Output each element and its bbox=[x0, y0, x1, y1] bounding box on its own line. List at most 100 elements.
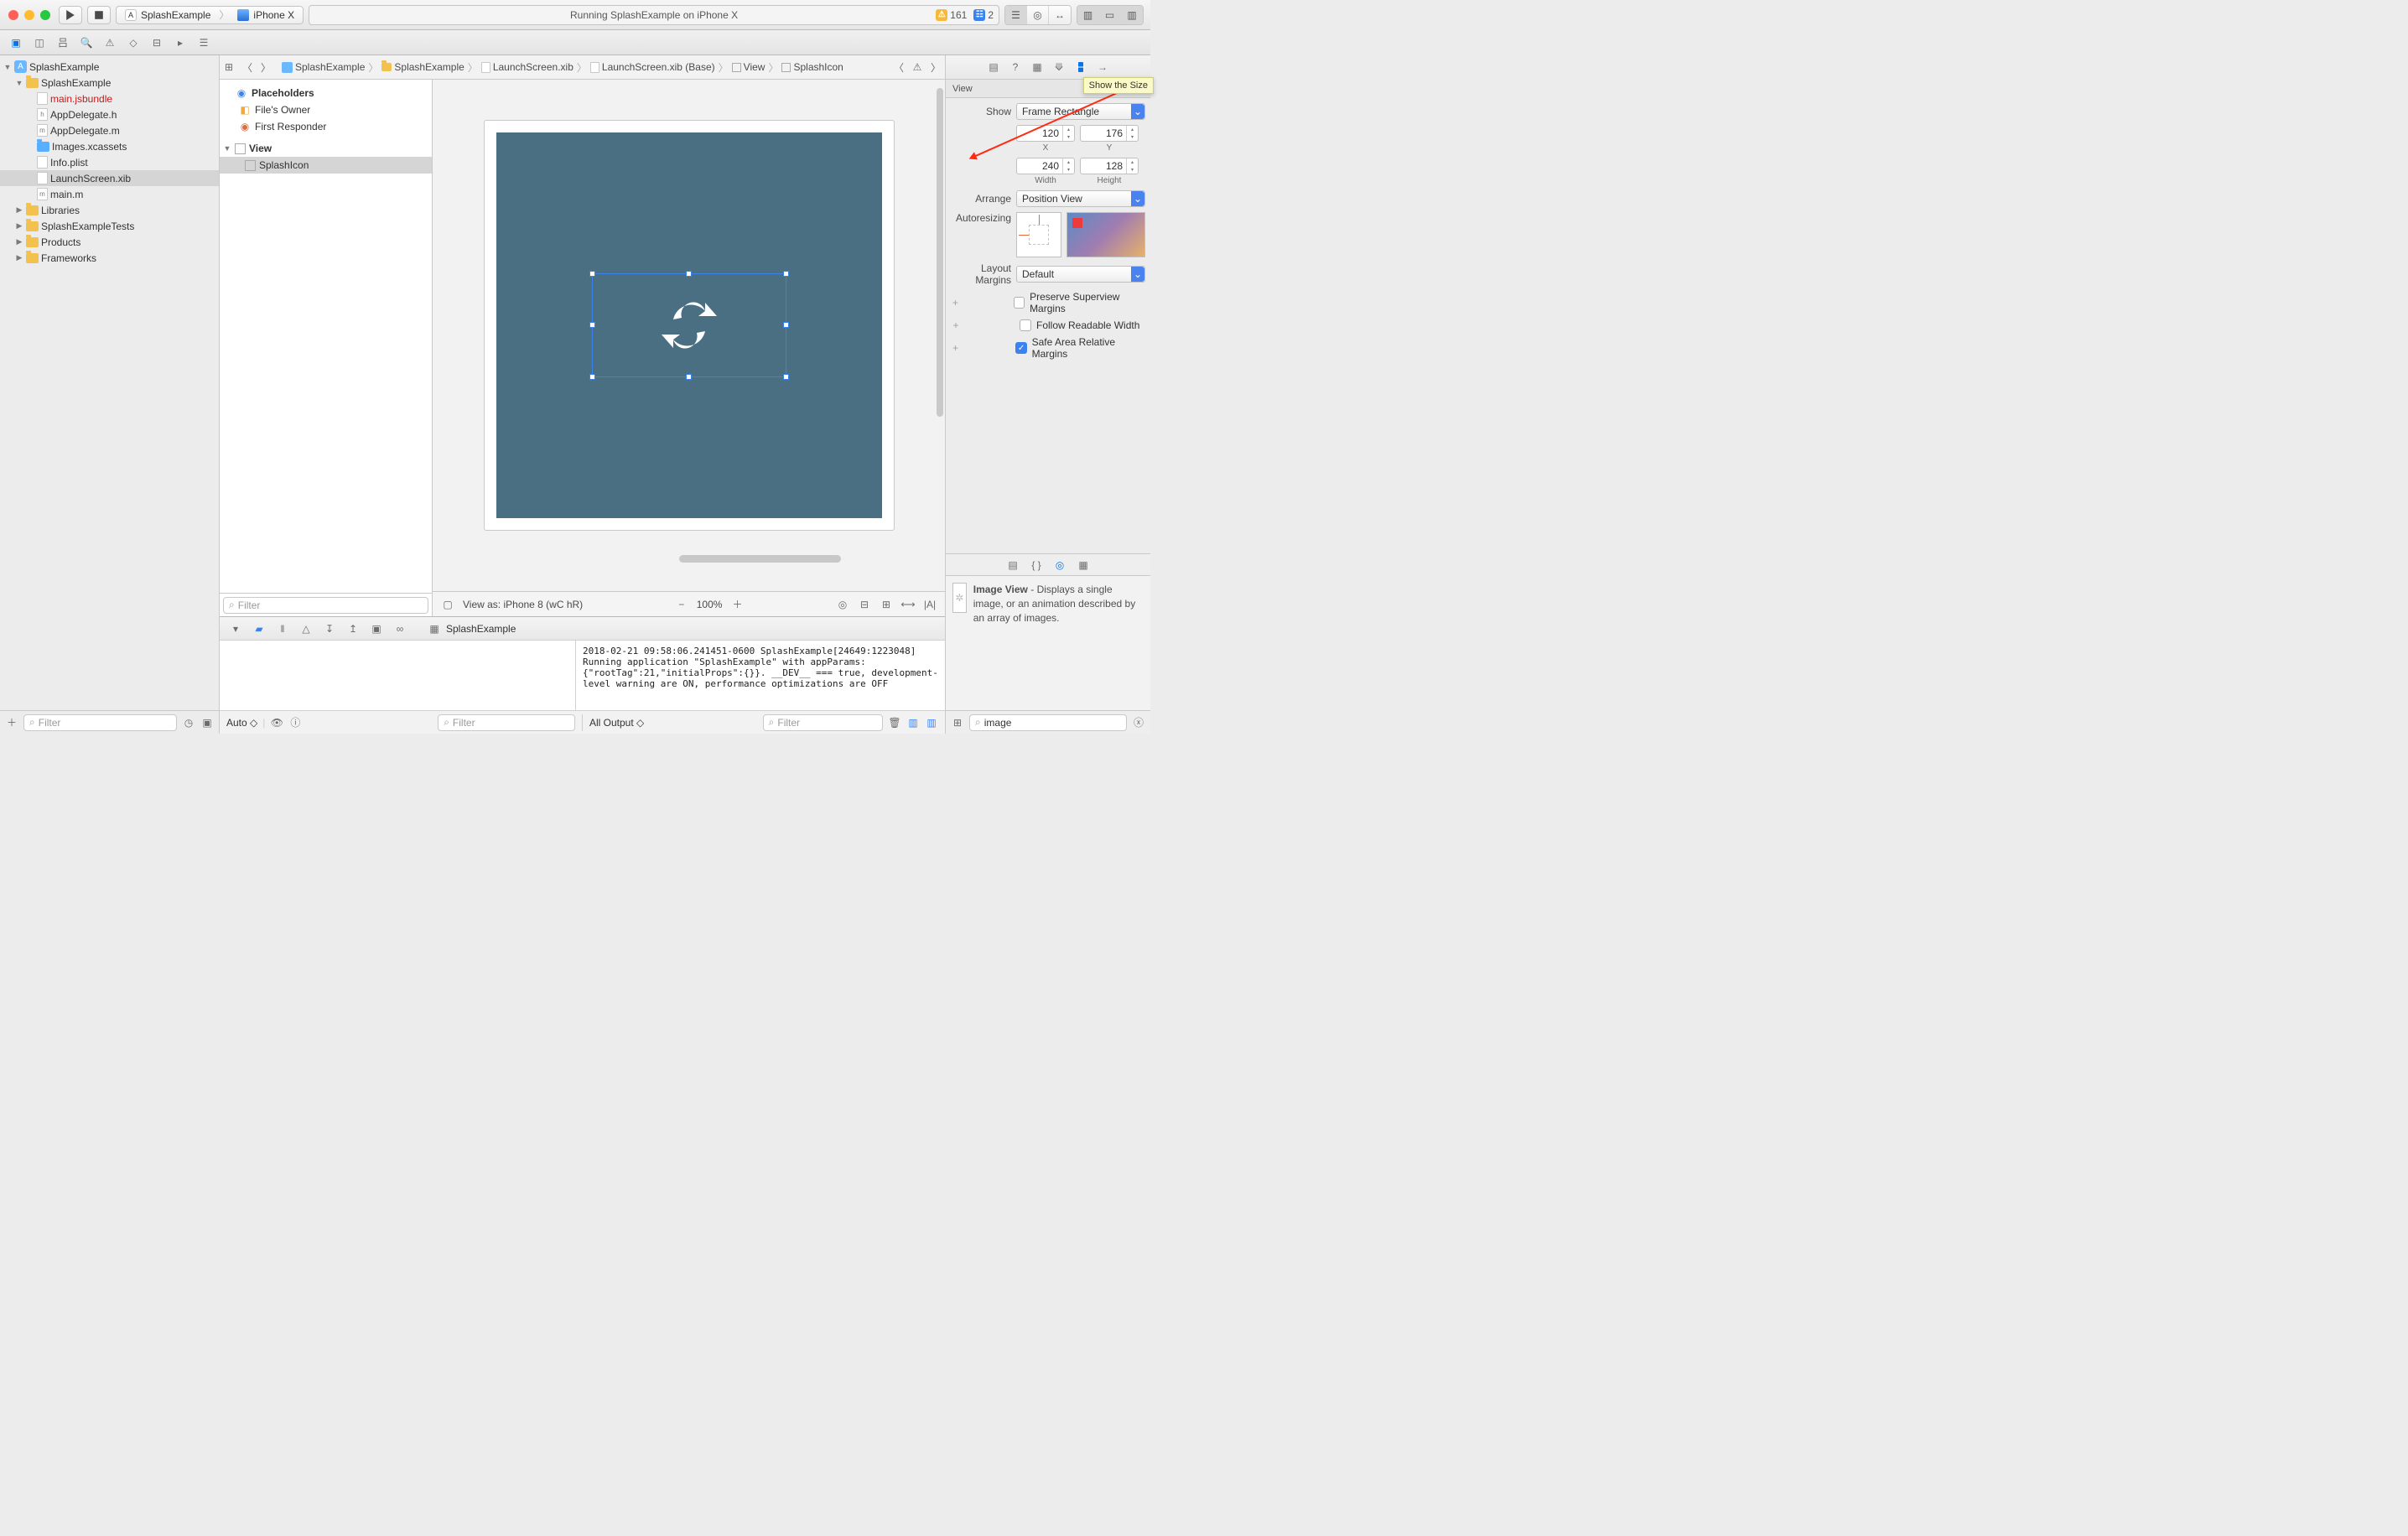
files-owner[interactable]: ◧File's Owner bbox=[220, 101, 432, 118]
related-items-icon[interactable]: ⊞ bbox=[220, 59, 238, 75]
crumb[interactable]: LaunchScreen.xib (Base) bbox=[590, 61, 715, 73]
forward-button[interactable]: 〉 bbox=[257, 59, 275, 75]
selected-imageview[interactable] bbox=[592, 273, 786, 377]
pin-button[interactable]: ⊞ bbox=[880, 598, 893, 611]
info-icon[interactable]: ⓘ bbox=[288, 716, 302, 729]
trash-icon[interactable]: 🗑 bbox=[888, 716, 901, 729]
tree-file[interactable]: Images.xcassets bbox=[0, 138, 219, 154]
canvas-hscroll[interactable] bbox=[592, 555, 928, 563]
zoom-out-button[interactable]: − bbox=[675, 598, 688, 611]
debug-navigator-tab[interactable]: ⊟ bbox=[146, 34, 168, 51]
tree-folder[interactable]: ▶SplashExampleTests bbox=[0, 218, 219, 234]
project-navigator-tab[interactable]: ▣ bbox=[5, 34, 27, 51]
arrange-popup[interactable]: Position View⌄ bbox=[1016, 190, 1145, 207]
report-navigator-tab[interactable]: ☰ bbox=[193, 34, 215, 51]
clear-filter-icon[interactable]: ⓧ bbox=[1132, 716, 1145, 729]
tree-file[interactable]: main.jsbundle bbox=[0, 91, 219, 106]
standard-editor-button[interactable]: ☰ bbox=[1005, 6, 1027, 24]
tree-folder[interactable]: ▶Products bbox=[0, 234, 219, 250]
library-item-icon[interactable]: ✲ bbox=[952, 583, 967, 613]
constraints-button[interactable]: |A| bbox=[923, 598, 937, 611]
toggle-inspector-button[interactable]: ▥ bbox=[1121, 6, 1143, 24]
y-field[interactable]: 176▴▾ bbox=[1080, 125, 1139, 142]
file-inspector-tab[interactable]: ▤ bbox=[983, 59, 1004, 75]
height-field[interactable]: 128▴▾ bbox=[1080, 158, 1139, 174]
hide-debug-icon[interactable]: ▾ bbox=[226, 620, 245, 637]
object-library-tab[interactable]: ◎ bbox=[1050, 557, 1070, 573]
prev-issue-button[interactable]: 〈 bbox=[890, 59, 908, 75]
close-window-button[interactable] bbox=[8, 10, 18, 20]
back-button[interactable]: 〈 bbox=[238, 59, 257, 75]
toggle-outline-icon[interactable]: ▢ bbox=[441, 598, 454, 611]
autoresizing-control[interactable] bbox=[1016, 212, 1061, 257]
attributes-inspector-tab[interactable]: ⟱ bbox=[1049, 59, 1069, 75]
resolve-button[interactable]: ⟷ bbox=[901, 598, 915, 611]
stop-button[interactable] bbox=[87, 6, 111, 24]
issue-list-button[interactable]: ⚠ bbox=[908, 59, 926, 75]
crumb[interactable]: SplashIcon bbox=[781, 61, 843, 73]
console-output[interactable]: 2018-02-21 09:58:06.241451-0600 SplashEx… bbox=[576, 641, 945, 710]
layout-margins-popup[interactable]: Default⌄ bbox=[1016, 266, 1145, 283]
variables-view[interactable] bbox=[220, 641, 576, 710]
crumb[interactable]: SplashExample bbox=[282, 61, 365, 73]
step-over-icon[interactable]: △ bbox=[297, 620, 315, 637]
next-issue-button[interactable]: 〉 bbox=[926, 59, 945, 75]
memory-icon[interactable]: ∞ bbox=[391, 620, 409, 637]
first-responder[interactable]: ◉First Responder bbox=[220, 118, 432, 135]
issue-navigator-tab[interactable]: ⚠ bbox=[99, 34, 121, 51]
embed-button[interactable]: ◎ bbox=[836, 598, 849, 611]
add-option-icon[interactable]: + bbox=[951, 297, 960, 309]
size-inspector-tab[interactable] bbox=[1071, 59, 1091, 75]
outline-section[interactable]: ◉Placeholders bbox=[220, 85, 432, 101]
find-navigator-tab[interactable]: 🔍 bbox=[75, 34, 97, 51]
variables-filter[interactable]: ⌕Filter bbox=[438, 714, 575, 731]
identity-inspector-tab[interactable]: ▦ bbox=[1027, 59, 1047, 75]
minimize-window-button[interactable] bbox=[24, 10, 34, 20]
tree-folder[interactable]: ▶Frameworks bbox=[0, 250, 219, 266]
preserve-margins-checkbox[interactable]: Preserve Superview Margins bbox=[1014, 291, 1145, 314]
pause-icon[interactable]: ‖ bbox=[273, 620, 292, 637]
debug-view-icon[interactable]: ▣ bbox=[367, 620, 386, 637]
interface-builder-canvas[interactable] bbox=[433, 80, 945, 591]
add-option-icon[interactable]: + bbox=[951, 342, 960, 354]
breakpoint-navigator-tab[interactable]: ▸ bbox=[169, 34, 191, 51]
project-tree[interactable]: ▼ASplashExample ▼SplashExample main.jsbu… bbox=[0, 55, 219, 710]
file-template-tab[interactable]: ▤ bbox=[1003, 557, 1023, 573]
info-count-badge[interactable]: ☷2 bbox=[973, 9, 994, 21]
connections-inspector-tab[interactable]: → bbox=[1092, 59, 1113, 75]
console-scope-popup[interactable]: All Output ◇ bbox=[589, 717, 644, 729]
recent-filter-icon[interactable]: ◷ bbox=[182, 716, 195, 729]
media-library-tab[interactable]: ▦ bbox=[1073, 557, 1093, 573]
step-into-icon[interactable]: ↧ bbox=[320, 620, 339, 637]
left-pane-icon[interactable]: ▥ bbox=[906, 716, 920, 729]
code-snippet-tab[interactable]: { } bbox=[1026, 557, 1046, 573]
safe-area-checkbox[interactable]: ✓Safe Area Relative Margins bbox=[1015, 336, 1145, 360]
step-out-icon[interactable]: ↥ bbox=[344, 620, 362, 637]
width-field[interactable]: 240▴▾ bbox=[1016, 158, 1075, 174]
align-button[interactable]: ⊟ bbox=[858, 598, 871, 611]
source-control-tab[interactable]: ◫ bbox=[29, 34, 50, 51]
toggle-debug-button[interactable]: ▭ bbox=[1099, 6, 1121, 24]
crumb[interactable]: SplashExample bbox=[381, 61, 464, 73]
assistant-editor-button[interactable]: ◎ bbox=[1027, 6, 1049, 24]
library-filter[interactable]: ⌕image bbox=[969, 714, 1127, 731]
grid-view-icon[interactable]: ⊞ bbox=[951, 716, 964, 729]
add-option-icon[interactable]: + bbox=[951, 319, 961, 331]
navigator-filter[interactable]: ⌕Filter bbox=[23, 714, 177, 731]
canvas-vscroll[interactable] bbox=[937, 88, 943, 558]
zoom-in-button[interactable]: ＋ bbox=[730, 598, 744, 611]
scheme-selector[interactable]: ASplashExample 〉 iPhone X bbox=[116, 6, 304, 24]
readable-width-checkbox[interactable]: Follow Readable Width bbox=[1020, 319, 1139, 331]
run-button[interactable] bbox=[59, 6, 82, 24]
add-button[interactable]: ＋ bbox=[5, 716, 18, 729]
view-as-label[interactable]: View as: iPhone 8 (wC hR) bbox=[463, 599, 583, 610]
right-pane-icon[interactable]: ▥ bbox=[925, 716, 938, 729]
outline-splashicon[interactable]: SplashIcon bbox=[220, 157, 432, 174]
symbol-navigator-tab[interactable]: 吕 bbox=[52, 34, 74, 51]
project-root[interactable]: ▼ASplashExample bbox=[0, 59, 219, 75]
tree-file[interactable]: mmain.m bbox=[0, 186, 219, 202]
tree-file-selected[interactable]: LaunchScreen.xib bbox=[0, 170, 219, 186]
crumb[interactable]: View bbox=[732, 61, 765, 73]
crumb[interactable]: LaunchScreen.xib bbox=[481, 61, 573, 73]
tree-file[interactable]: hAppDelegate.h bbox=[0, 106, 219, 122]
